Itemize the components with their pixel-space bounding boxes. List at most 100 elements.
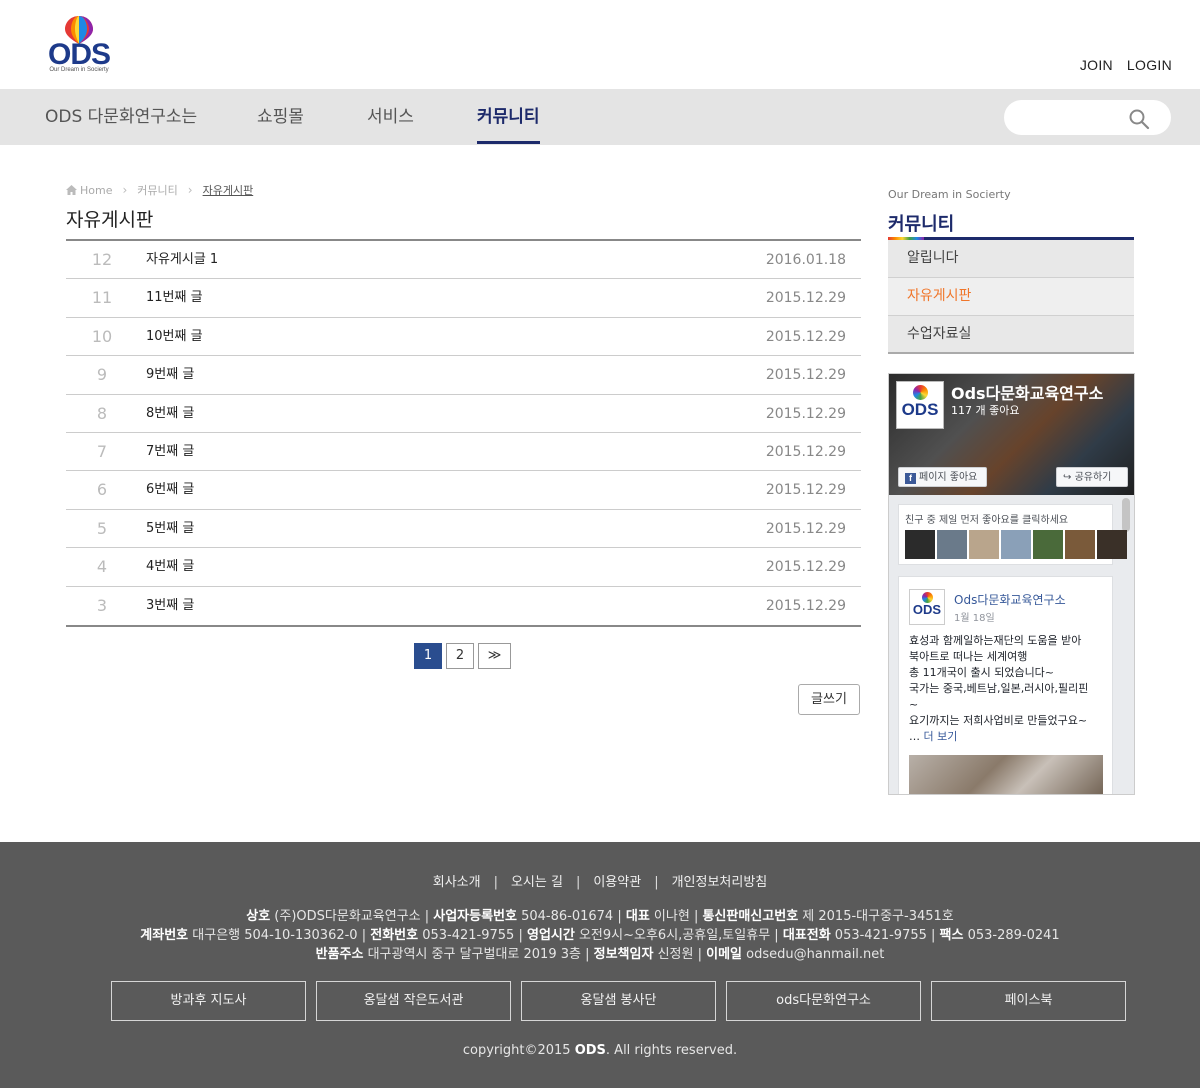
table-row[interactable]: 10 10번째 글 2015.12.29 [66, 318, 861, 357]
page-button-1[interactable]: 1 [414, 643, 442, 669]
post-author-avatar[interactable]: ODS [909, 589, 945, 625]
footer-button-ods-institute[interactable]: ods다문화연구소 [726, 981, 921, 1021]
info-value: 제 2015-대구중구-3451호 [802, 909, 954, 924]
friend-avatar[interactable] [1001, 530, 1031, 559]
widget-scrollbar[interactable] [1122, 498, 1130, 532]
facebook-post: ODS Ods다문화교육연구소 1월 18일 효성과 함께일하는재단의 도움을 … [898, 576, 1113, 794]
table-row[interactable]: 8 8번째 글 2015.12.29 [66, 395, 861, 433]
nav-item-service[interactable]: 서비스 [367, 89, 414, 145]
see-more-link[interactable]: 더 보기 [924, 730, 958, 743]
facebook-page-name[interactable]: Ods다문화교육연구소 [951, 380, 1103, 404]
post-title[interactable]: 7번째 글 [146, 433, 194, 471]
table-row[interactable]: 9 9번째 글 2015.12.29 [66, 356, 861, 395]
friend-avatar[interactable] [1033, 530, 1063, 559]
post-title[interactable]: 11번째 글 [146, 279, 203, 317]
footer-link-terms[interactable]: 이용약관 [593, 875, 641, 890]
nav-item-shopping[interactable]: 쇼핑몰 [257, 89, 304, 145]
table-row[interactable]: 7 7번째 글 2015.12.29 [66, 433, 861, 472]
nav-item-about[interactable]: ODS 다문화연구소는 [45, 89, 197, 145]
post-title[interactable]: 5번째 글 [146, 510, 194, 548]
footer-link-directions[interactable]: 오시는 길 [511, 875, 563, 890]
post-date: 2015.12.29 [765, 597, 846, 614]
join-link[interactable]: JOIN [1080, 57, 1113, 73]
footer-button-facebook[interactable]: 페이스북 [931, 981, 1126, 1021]
next-page-icon[interactable]: ≫ [478, 643, 511, 669]
ods-logo[interactable]: ODS Our Dream in Socierty [44, 12, 114, 76]
divider: | [575, 875, 581, 890]
table-row[interactable]: 4 4번째 글 2015.12.29 [66, 548, 861, 587]
post-number: 11 [91, 288, 113, 308]
facebook-page-avatar[interactable]: ODS [896, 381, 944, 429]
post-title[interactable]: 6번째 글 [146, 471, 194, 509]
post-number: 10 [91, 326, 113, 346]
board-list: 12 자유게시글 1 2016.01.18 11 11번째 글 2015.12.… [66, 239, 861, 627]
balloon-logo-icon [913, 385, 928, 400]
friends-prompt: 친구 중 제일 먼저 좋아요를 클릭하세요 [905, 515, 1069, 526]
post-timestamp[interactable]: 1월 18일 [954, 609, 995, 624]
friend-avatar[interactable] [937, 530, 967, 559]
post-title[interactable]: 3번째 글 [146, 587, 194, 625]
breadcrumb-parent[interactable]: 커뮤니티 [137, 182, 177, 198]
info-value: (주)ODS다문화교육연구소 [274, 909, 421, 924]
info-label: 영업시간 [526, 928, 575, 943]
post-avatar-text: ODS [912, 602, 942, 617]
sidebar-item-free-board[interactable]: 자유게시판 [888, 278, 1134, 316]
page-button-2[interactable]: 2 [446, 643, 474, 669]
info-value: 이나현 [653, 909, 690, 924]
table-row[interactable]: 12 자유게시글 1 2016.01.18 [66, 241, 861, 280]
search-icon[interactable] [1128, 108, 1150, 130]
logo-tagline: Our Dream in Socierty [49, 67, 109, 73]
table-row[interactable]: 3 3번째 글 2015.12.29 [66, 587, 861, 625]
write-button[interactable]: 글쓰기 [798, 684, 860, 715]
post-date: 2015.12.29 [765, 405, 846, 422]
footer-button-library[interactable]: 옹달샘 작은도서관 [316, 981, 511, 1021]
info-label: 팩스 [939, 928, 964, 943]
chevron-right-icon: › [187, 183, 193, 197]
post-image[interactable] [909, 755, 1103, 794]
table-row[interactable]: 6 6번째 글 2015.12.29 [66, 471, 861, 510]
table-row[interactable]: 5 5번째 글 2015.12.29 [66, 510, 861, 549]
info-label: 계좌번호 [140, 928, 189, 943]
sidebar-item-class-materials[interactable]: 수업자료실 [888, 316, 1134, 354]
search-input[interactable] [1018, 107, 1128, 129]
post-title[interactable]: 자유게시글 1 [146, 241, 218, 279]
facebook-cover-image[interactable]: ODS Ods다문화교육연구소 117 개 좋아요 f 페이지 좋아요 ↪ 공유하… [889, 374, 1134, 495]
footer-button-afterschool[interactable]: 방과후 지도사 [111, 981, 306, 1021]
friend-avatar[interactable] [1065, 530, 1095, 559]
post-line: 요기까지는 저희사업비로 만들었구요~ [909, 714, 1088, 727]
post-line: 국가는 중국,베트남,일본,러시아,필리핀 [909, 682, 1089, 695]
post-number: 8 [96, 403, 108, 423]
footer-link-company[interactable]: 회사소개 [433, 875, 481, 890]
breadcrumb-current[interactable]: 자유게시판 [203, 182, 254, 198]
post-title[interactable]: 10번째 글 [146, 318, 203, 356]
post-date: 2015.12.29 [765, 520, 846, 537]
info-value: 대구광역시 중구 달구벌대로 2019 3층 [367, 947, 581, 962]
post-date: 2015.12.29 [765, 443, 846, 460]
post-author-name[interactable]: Ods다문화교육연구소 [954, 591, 1066, 608]
table-row[interactable]: 11 11번째 글 2015.12.29 [66, 279, 861, 318]
post-more-line: … 더 보기 [909, 729, 1109, 745]
footer-link-privacy[interactable]: 개인정보처리방침 [672, 875, 768, 890]
sidebar-item-notice[interactable]: 알립니다 [888, 240, 1134, 278]
facebook-share-button[interactable]: ↪ 공유하기 [1056, 467, 1128, 487]
post-title[interactable]: 8번째 글 [146, 395, 194, 433]
post-line: ~ [909, 698, 919, 711]
info-value: 신정원 [657, 947, 694, 962]
friend-avatar[interactable] [1097, 530, 1127, 559]
breadcrumb: Home › 커뮤니티 › 자유게시판 [66, 182, 253, 198]
share-icon: ↪ [1063, 472, 1075, 483]
post-title[interactable]: 4번째 글 [146, 548, 194, 586]
ellipsis: … [909, 730, 920, 743]
facebook-icon: f [905, 473, 916, 484]
nav-item-community[interactable]: 커뮤니티 [477, 89, 540, 145]
login-link[interactable]: LOGIN [1127, 57, 1172, 73]
friend-avatar[interactable] [905, 530, 935, 559]
facebook-like-button[interactable]: f 페이지 좋아요 [898, 467, 987, 487]
footer-button-volunteer[interactable]: 옹달샘 봉사단 [521, 981, 716, 1021]
info-label: 전화번호 [370, 928, 419, 943]
post-number: 12 [91, 250, 113, 269]
post-title[interactable]: 9번째 글 [146, 356, 194, 394]
post-number: 5 [96, 518, 108, 538]
breadcrumb-home[interactable]: Home [80, 184, 112, 197]
friend-avatar[interactable] [969, 530, 999, 559]
